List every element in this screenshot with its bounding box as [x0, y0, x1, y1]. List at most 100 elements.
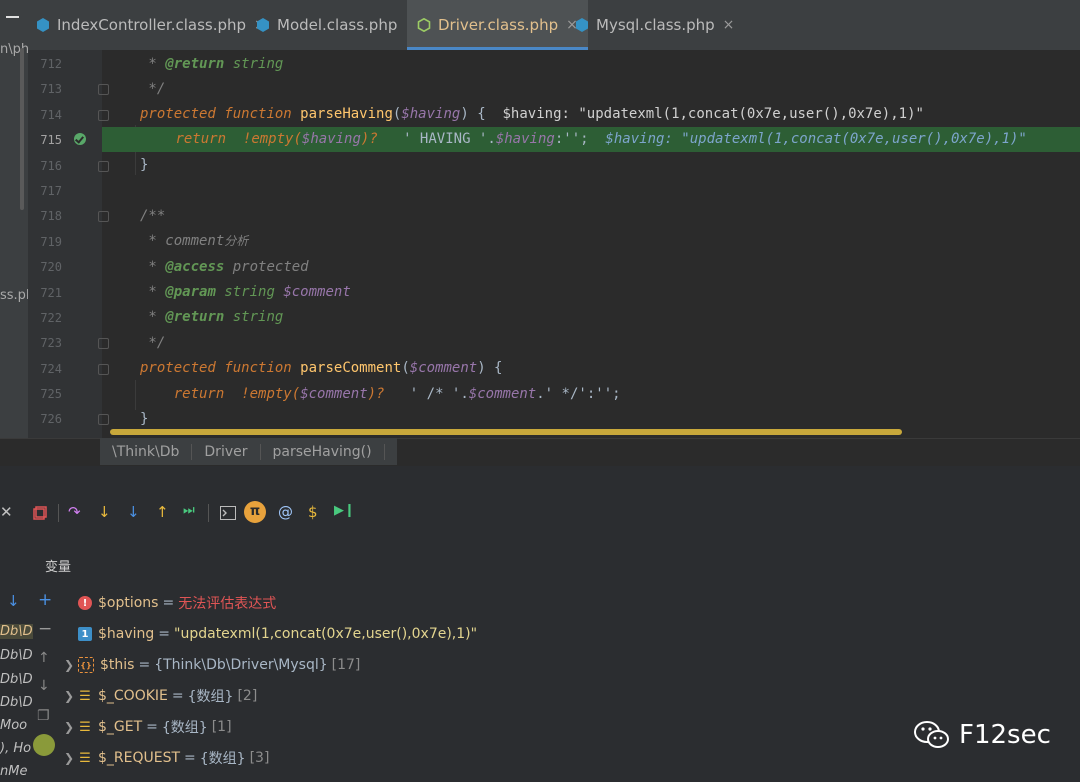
watch-at-icon[interactable]: @: [278, 503, 293, 521]
run-to-cursor-icon[interactable]: ⏭: [183, 503, 195, 518]
close-icon[interactable]: ×: [723, 17, 735, 33]
doc-text: *: [140, 284, 166, 300]
punct: :: [554, 131, 564, 147]
function-name: parseComment: [300, 360, 402, 376]
variable-count: [1]: [211, 719, 232, 735]
variable-name: $options: [98, 595, 159, 611]
watermark: F12sec: [913, 720, 1051, 750]
fold-marker-icon[interactable]: [98, 84, 109, 95]
tab-indexcontroller[interactable]: IndexController.class.php ×: [36, 0, 266, 50]
variable-row[interactable]: ❯ {} $this = {Think\Db\Driver\Mysql} [17…: [64, 652, 360, 678]
keyword: protected: [140, 106, 216, 122]
doc-text: 分析: [224, 234, 249, 248]
fold-marker-icon[interactable]: [98, 364, 109, 375]
expand-chevron-icon[interactable]: ❯: [64, 689, 78, 703]
frame-item[interactable]: Db\D: [0, 695, 33, 710]
fold-marker-icon[interactable]: [98, 161, 109, 172]
php-file-icon: [257, 18, 269, 32]
breakpoint-check-icon[interactable]: [74, 133, 86, 145]
string: ' HAVING ': [403, 131, 488, 147]
frame-item[interactable]: Db\D: [0, 624, 33, 639]
expand-chevron-icon[interactable]: ❯: [64, 658, 78, 672]
project-scrollbar[interactable]: [20, 48, 24, 210]
breadcrumb-class[interactable]: Driver: [192, 443, 261, 460]
tab-mysql[interactable]: Mysql.class.php ×: [575, 0, 734, 50]
copy-icon[interactable]: ❐: [37, 708, 50, 724]
doc-text: string: [224, 309, 284, 325]
string: ' */': [544, 386, 587, 402]
glasses-icon[interactable]: [33, 734, 55, 756]
operator: !: [241, 386, 250, 402]
array-list-icon: ☰: [79, 688, 91, 704]
add-watch-icon[interactable]: +: [38, 590, 52, 610]
fold-marker-icon[interactable]: [98, 211, 109, 222]
project-tree-fragment[interactable]: n\ph: [0, 42, 28, 57]
variable-eq: =: [171, 688, 184, 704]
breadcrumb-method[interactable]: parseHaving(): [261, 443, 385, 460]
expand-chevron-icon[interactable]: ❯: [64, 751, 78, 765]
move-down-icon[interactable]: ↓: [38, 678, 50, 694]
variable-row[interactable]: ❯ ☰ $_COOKIE = {数组} [2]: [64, 683, 257, 709]
line-number: 719: [40, 235, 62, 249]
console-icon[interactable]: [220, 506, 236, 520]
collapse-icon[interactable]: [6, 16, 19, 18]
variable-row[interactable]: ❯ ☰ $_GET = {数组} [1]: [64, 714, 232, 740]
string: '': [563, 131, 581, 147]
breadcrumb-namespace[interactable]: \Think\Db: [100, 443, 193, 460]
code-line: protected function parseComment($comment…: [140, 356, 1080, 381]
punct: ) {: [460, 106, 486, 122]
variable-row[interactable]: 1 $having = "updatexml(1,concat(0x7e,use…: [64, 621, 477, 647]
fold-marker-icon[interactable]: [98, 338, 109, 349]
line-number: 717: [40, 184, 62, 198]
frame-item[interactable]: Db\D: [0, 648, 33, 663]
expand-chevron-icon[interactable]: ❯: [64, 720, 78, 734]
string: ' /* ': [409, 386, 461, 402]
resume-icon[interactable]: ▶❙: [334, 503, 355, 518]
object-icon: {}: [78, 657, 94, 673]
frame-item[interactable]: ), Ho: [0, 741, 31, 756]
horizontal-scrollbar[interactable]: [110, 429, 902, 435]
close-icon[interactable]: ✕: [0, 503, 13, 521]
inline-value-hint: $having: "updatexml(1,concat(0x7e,user()…: [605, 131, 1027, 147]
arrow-down-icon[interactable]: ↓: [7, 592, 20, 610]
variable-count: [3]: [249, 750, 270, 766]
variable-row[interactable]: ! $options = 无法评估表达式: [64, 590, 276, 616]
tab-model[interactable]: Model.class.php ×: [256, 0, 417, 50]
fold-marker-icon[interactable]: [98, 414, 109, 425]
evaluate-pi-icon[interactable]: π: [244, 501, 266, 523]
tab-label: Model.class.php: [277, 16, 398, 34]
variable-eq: =: [184, 750, 196, 766]
doc-text: /**: [140, 208, 166, 224]
array-list-icon: ☰: [79, 719, 91, 735]
variable: $having: [401, 106, 461, 122]
code-line: */: [140, 331, 1080, 356]
code-editor[interactable]: 712 713 714 715 716 717 718 719 720 721 …: [28, 50, 1080, 438]
frames-icon[interactable]: [33, 506, 47, 520]
tab-driver[interactable]: Driver.class.php ×: [407, 0, 588, 50]
variable-value: {数组}: [199, 751, 246, 767]
remove-watch-icon[interactable]: −: [38, 619, 52, 639]
php-file-icon: [417, 18, 431, 32]
variable-value: {数组}: [161, 720, 208, 736]
keyword: return: [175, 131, 227, 147]
step-out-icon[interactable]: ↑: [156, 503, 169, 521]
doc-tag: @param: [165, 284, 216, 300]
step-over-icon[interactable]: ↷: [68, 503, 81, 521]
force-step-into-icon[interactable]: ↓: [127, 503, 140, 521]
dollar-icon[interactable]: $: [308, 503, 318, 521]
punct: }: [140, 157, 149, 173]
string: '': [595, 386, 613, 402]
inline-value-hint: $having: "updatexml(1,concat(0x7e,user()…: [502, 106, 924, 122]
doc-text: protected: [224, 259, 309, 275]
frame-item[interactable]: Db\D: [0, 672, 33, 687]
frame-item[interactable]: nMe: [0, 764, 27, 779]
variable-row[interactable]: ❯ ☰ $_REQUEST = {数组} [3]: [64, 745, 269, 771]
frame-item[interactable]: Moo: [0, 718, 27, 733]
punct: .: [536, 386, 545, 402]
project-tree-fragment[interactable]: ss.pl: [0, 288, 28, 303]
punct: )?: [367, 386, 385, 402]
fold-marker-icon[interactable]: [98, 110, 109, 121]
array-list-icon: ☰: [79, 750, 91, 766]
move-up-icon[interactable]: ↑: [38, 650, 50, 666]
step-into-icon[interactable]: ↓: [98, 503, 111, 521]
